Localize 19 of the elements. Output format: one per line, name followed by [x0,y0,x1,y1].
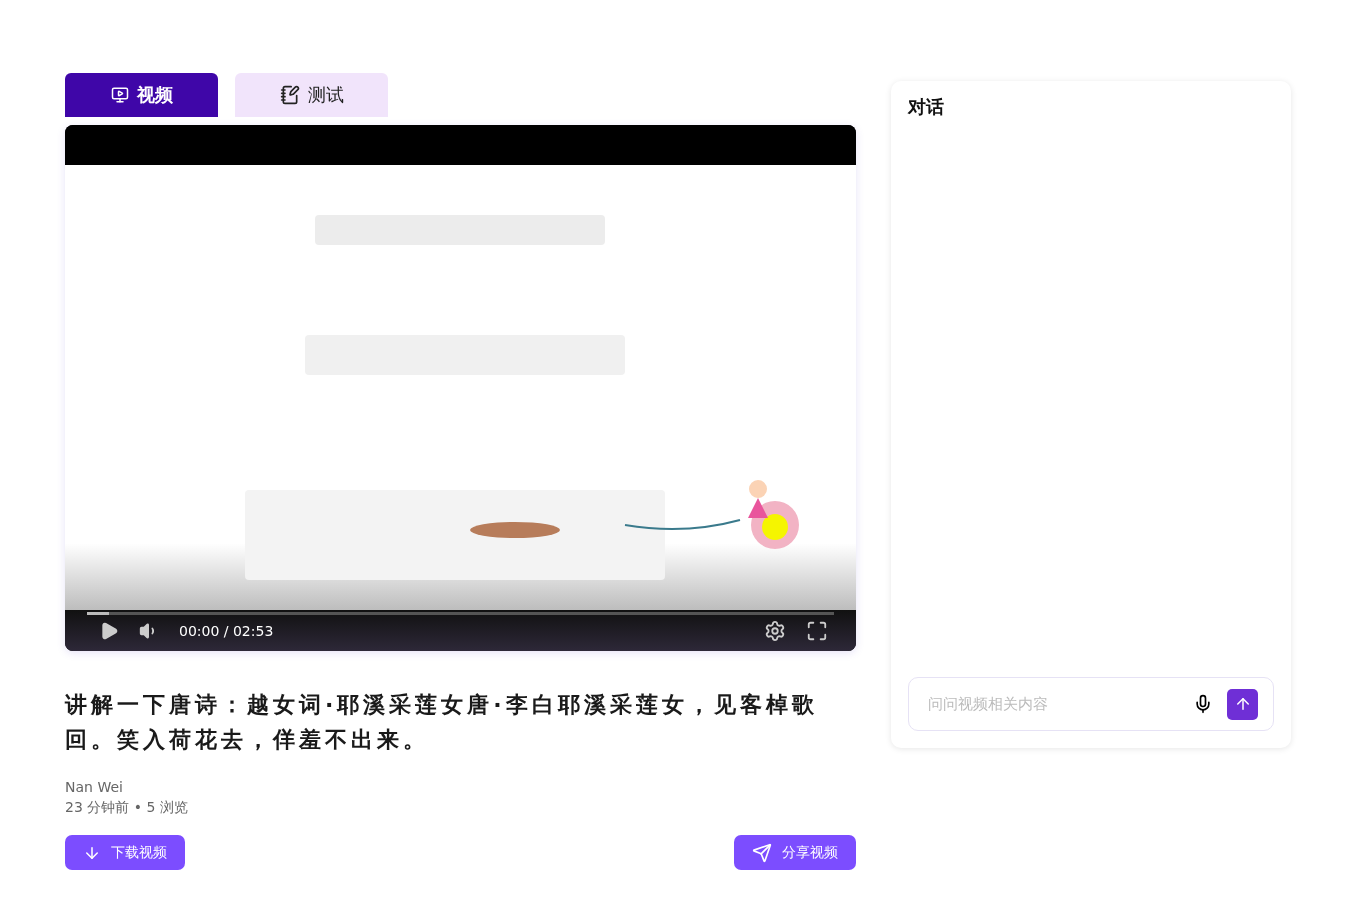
video-icon [110,86,129,104]
send-icon [752,842,772,863]
play-icon[interactable] [99,620,119,641]
download-button[interactable]: 下载视频 [65,835,185,870]
tab[interactable]: 视频 [65,73,218,117]
progress-track[interactable] [87,612,834,615]
share-button[interactable]: 分享视频 [734,835,856,870]
tab[interactable]: 测试 [235,73,388,117]
microphone-icon[interactable] [1193,694,1213,714]
chat-composer[interactable]: 问问视频相关内容 [908,677,1274,731]
video-title: 讲解一下唐诗：越女词·耶溪采莲女唐·李白耶溪采莲女，见客棹歌回。笑入荷花去，佯羞不出来。 [65,691,819,754]
video-time: 00:00 / 02:53 [179,622,275,639]
send-button[interactable] [1227,688,1258,720]
author-name: Nan Wei [65,779,124,795]
video-meta: 23 分钟前 • 5 浏览 [65,799,189,817]
chat-title: 对话 [908,95,945,119]
settings-icon[interactable] [764,619,786,642]
notebook-icon [279,85,300,105]
fullscreen-icon[interactable] [806,619,828,642]
